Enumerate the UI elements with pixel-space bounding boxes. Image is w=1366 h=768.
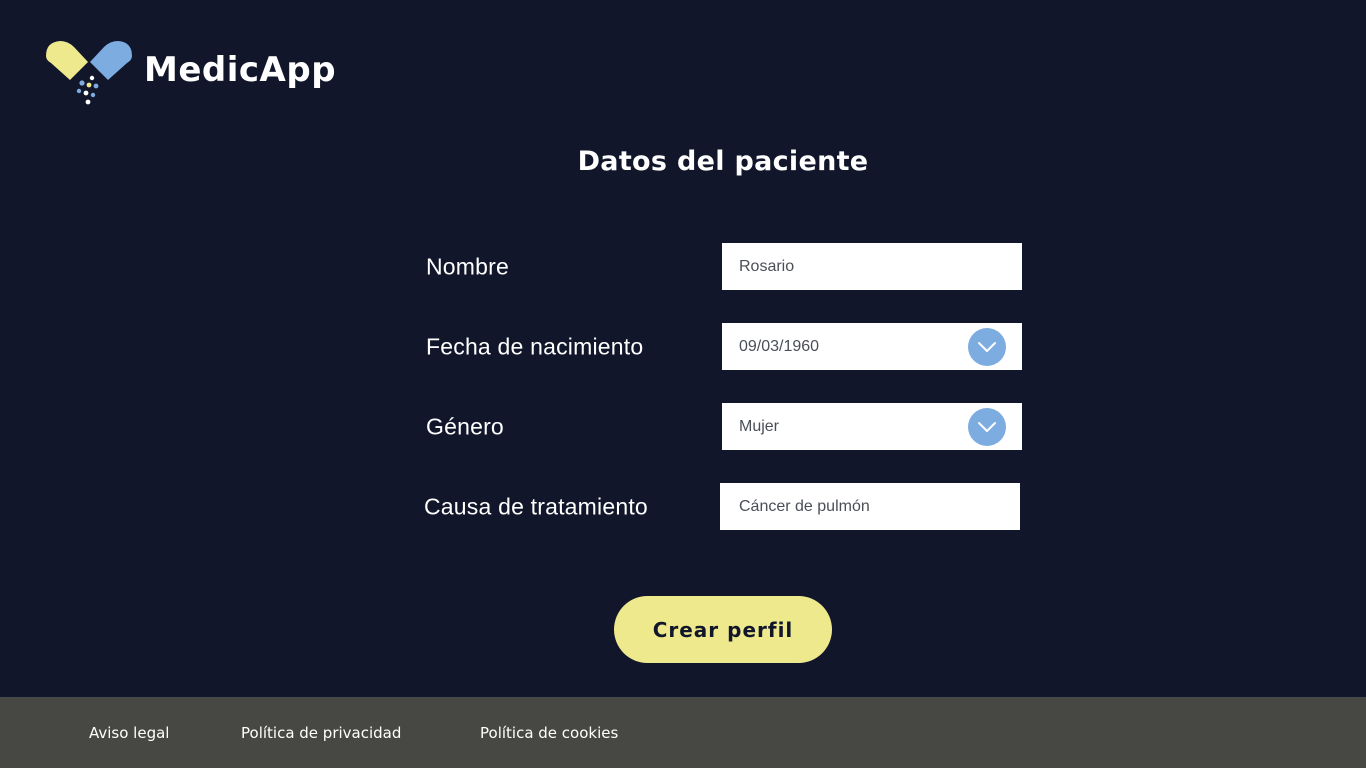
brand-logo[interactable]: MedicApp <box>42 38 336 108</box>
name-value: Rosario <box>739 257 795 275</box>
gender-select[interactable]: Mujer <box>722 403 1022 450</box>
pill-capsule-icon <box>46 41 132 105</box>
privacy-policy-link[interactable]: Política de privacidad <box>241 724 401 742</box>
treatment-cause-label: Causa de tratamiento <box>424 493 648 519</box>
chevron-down-icon <box>978 421 996 432</box>
birthdate-label: Fecha de nacimiento <box>426 333 644 359</box>
treatment-cause-value: Cáncer de pulmón <box>739 497 870 515</box>
form-row-name: Nombre Rosario <box>0 243 1366 290</box>
form-row-treatment-cause: Causa de tratamiento Cáncer de pulmón <box>0 483 1366 530</box>
gender-label: Género <box>426 413 504 439</box>
chevron-down-icon <box>978 341 996 352</box>
birthdate-select[interactable]: 09/03/1960 <box>722 323 1022 370</box>
brand-name: MedicApp <box>144 50 337 90</box>
legal-notice-link[interactable]: Aviso legal <box>89 724 169 742</box>
treatment-cause-input[interactable]: Cáncer de pulmón <box>720 483 1020 530</box>
page-title: Datos del paciente <box>577 146 869 177</box>
gender-value: Mujer <box>739 417 780 435</box>
create-profile-button[interactable]: Crear perfil <box>614 596 832 663</box>
footer: Aviso legal Política de privacidad Polít… <box>0 697 1366 768</box>
name-input[interactable]: Rosario <box>722 243 1022 290</box>
form-row-gender: Género Mujer <box>0 403 1366 450</box>
birthdate-dropdown-button[interactable] <box>968 327 1006 366</box>
patient-data-page: MedicApp Datos del paciente Nombre Rosar… <box>0 0 1366 768</box>
cookie-policy-link[interactable]: Política de cookies <box>480 724 618 742</box>
form-row-birthdate: Fecha de nacimiento 09/03/1960 <box>0 323 1366 370</box>
birthdate-value: 09/03/1960 <box>739 337 820 355</box>
name-label: Nombre <box>426 253 510 279</box>
gender-dropdown-button[interactable] <box>968 407 1006 446</box>
